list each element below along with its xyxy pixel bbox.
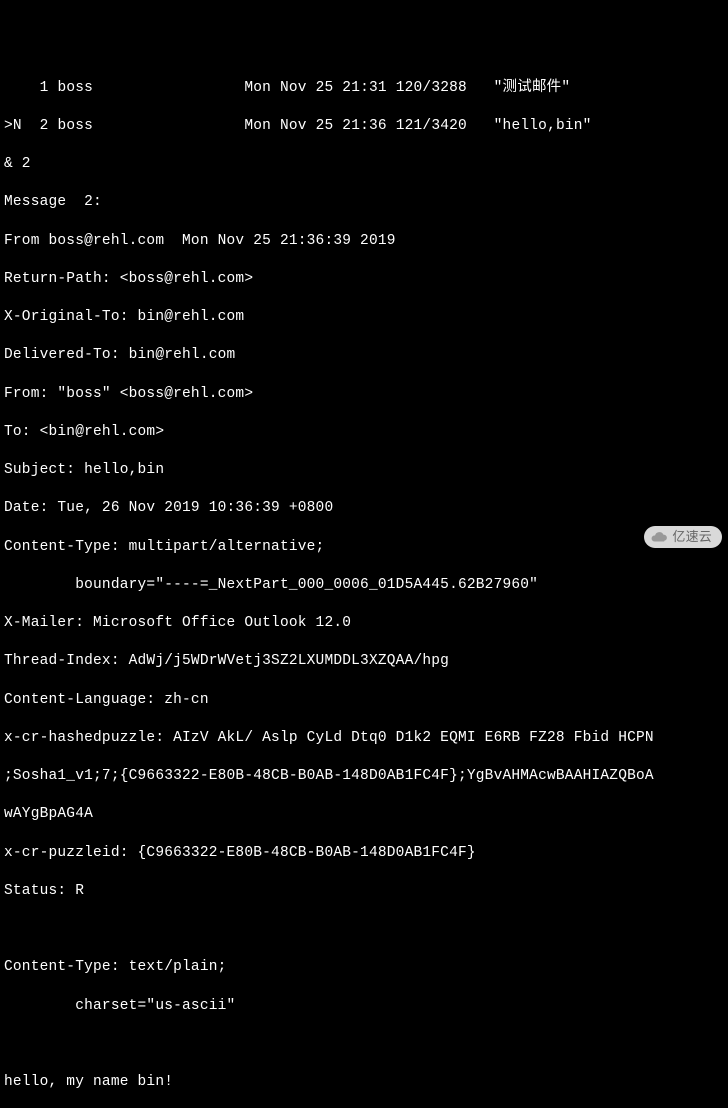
header-x-cr-hashedpuzzle-2: ;Sosha1_v1;7;{C9663322-E80B-48CB-B0AB-14…: [4, 767, 728, 786]
part-content-type: Content-Type: text/plain;: [4, 958, 728, 977]
blank-line: [4, 1035, 728, 1054]
watermark-badge: 亿速云: [644, 526, 722, 548]
header-x-cr-hashedpuzzle-1: x-cr-hashedpuzzle: AIzV AkL/ Aslp CyLd D…: [4, 729, 728, 748]
header-thread-index: Thread-Index: AdWj/j5WDrWVetj3SZ2LXUMDDL…: [4, 652, 728, 671]
header-from-envelope: From boss@rehl.com Mon Nov 25 21:36:39 2…: [4, 232, 728, 251]
mail-prompt[interactable]: & 2: [4, 155, 728, 174]
header-x-original-to: X-Original-To: bin@rehl.com: [4, 308, 728, 327]
message-body: hello, my name bin!: [4, 1073, 728, 1092]
header-to: To: <bin@rehl.com>: [4, 423, 728, 442]
header-status: Status: R: [4, 882, 728, 901]
watermark-text: 亿速云: [672, 528, 712, 545]
header-subject: Subject: hello,bin: [4, 461, 728, 480]
blank-line: [4, 920, 728, 939]
header-x-cr-puzzleid: x-cr-puzzleid: {C9663322-E80B-48CB-B0AB-…: [4, 844, 728, 863]
mail-list-row-2: >N 2 boss Mon Nov 25 21:36 121/3420 "hel…: [4, 117, 728, 136]
header-content-type-boundary: boundary="----=_NextPart_000_0006_01D5A4…: [4, 576, 728, 595]
header-date: Date: Tue, 26 Nov 2019 10:36:39 +0800: [4, 499, 728, 518]
part-charset: charset="us-ascii": [4, 997, 728, 1016]
message-header-label: Message 2:: [4, 193, 728, 212]
header-x-cr-hashedpuzzle-3: wAYgBpAG4A: [4, 805, 728, 824]
cloud-icon: [650, 528, 668, 546]
header-return-path: Return-Path: <boss@rehl.com>: [4, 270, 728, 289]
header-content-language: Content-Language: zh-cn: [4, 691, 728, 710]
header-x-mailer: X-Mailer: Microsoft Office Outlook 12.0: [4, 614, 728, 633]
mail-list-row-1: 1 boss Mon Nov 25 21:31 120/3288 "测试邮件": [4, 79, 728, 98]
header-delivered-to: Delivered-To: bin@rehl.com: [4, 346, 728, 365]
header-from: From: "boss" <boss@rehl.com>: [4, 385, 728, 404]
